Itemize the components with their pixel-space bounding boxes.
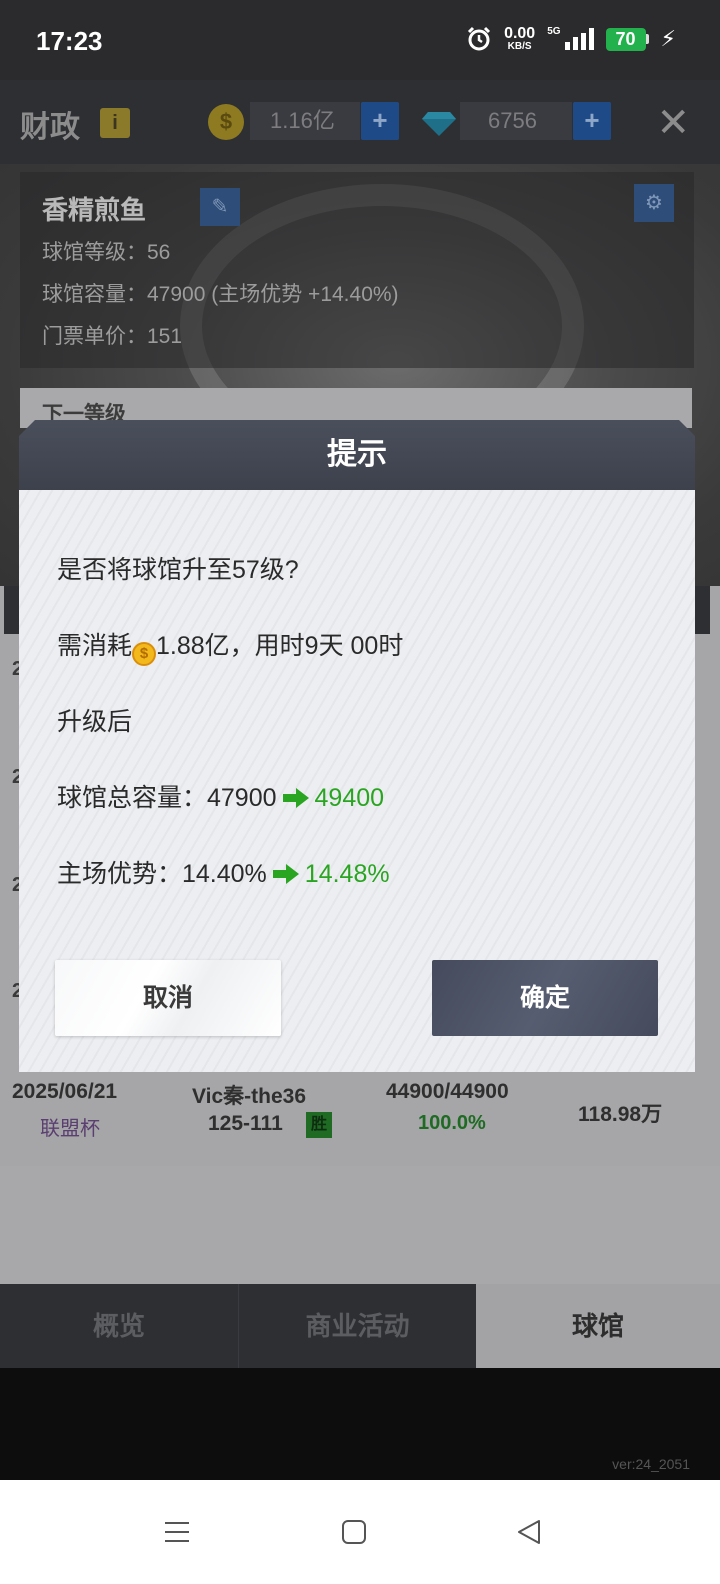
confirm-button[interactable]: 确定 xyxy=(432,960,658,1036)
back-icon[interactable] xyxy=(507,1510,551,1554)
capacity-new: 49400 xyxy=(314,784,385,812)
finance-header: 财政 i $ 1.16亿 + 6756 + ✕ xyxy=(0,80,720,164)
stadium-name: 香精煎鱼 xyxy=(42,195,147,225)
capacity-change: 球馆总容量：47900 49400 xyxy=(57,778,384,814)
stadium-capacity: 球馆容量：47900 (主场优势 +14.40%) xyxy=(42,283,399,306)
system-nav-bar xyxy=(0,1480,720,1584)
version-label: ver:24_2051 xyxy=(612,1456,690,1472)
coin-icon: $ xyxy=(132,642,157,666)
capacity-current: 球馆总容量：47900 xyxy=(57,784,277,812)
opponent: Vic秦-the36 xyxy=(192,1085,306,1108)
coin-icon: $ xyxy=(208,104,244,140)
competition: 联盟杯 xyxy=(40,1118,100,1140)
status-bar: 17:23 0.00 KB/S 5G 70 ⚡ xyxy=(0,0,720,80)
cost-prefix: 需消耗 xyxy=(57,632,133,660)
match-date: 2025/06/21 xyxy=(12,1080,118,1103)
page-title: 财政 xyxy=(20,111,80,144)
status-icons: 0.00 KB/S 5G 70 ⚡ xyxy=(466,26,676,52)
tab-business[interactable]: 商业活动 xyxy=(238,1284,476,1368)
battery-icon: 70 xyxy=(605,27,649,51)
close-icon[interactable]: ✕ xyxy=(656,100,690,146)
add-diamonds-button[interactable]: + xyxy=(573,102,611,140)
attendance-percent: 100.0% xyxy=(418,1112,486,1134)
upgrade-question: 是否将球馆升至57级? xyxy=(57,556,299,584)
net-speed: 0.00 KB/S xyxy=(504,26,535,52)
signal-icon xyxy=(564,28,594,50)
settings-icon[interactable]: ⚙ xyxy=(634,184,674,222)
upgrade-dialog: 提示 是否将球馆升至57级? 需消耗 $1.88亿，用时9天 00时 升级后 球馆… xyxy=(19,420,695,1072)
arrow-right-icon xyxy=(272,864,299,884)
add-coins-button[interactable]: + xyxy=(361,102,399,140)
stadium-level: 球馆等级：56 xyxy=(42,241,171,264)
net-speed-value: 0.00 xyxy=(504,25,536,42)
ticket-price: 门票单价：151 xyxy=(42,325,183,348)
table-row: 2025/06/21 联盟杯 Vic秦-the36 125-111 胜 4490… xyxy=(0,1070,720,1165)
result-badge: 胜 xyxy=(306,1112,332,1138)
edit-icon[interactable]: ✎ xyxy=(200,188,240,226)
home-icon[interactable] xyxy=(332,1510,376,1554)
coin-balance: 1.16亿 xyxy=(250,102,360,140)
arrow-right-icon xyxy=(282,788,309,808)
cost-detail: 1.88亿，用时9天 00时 xyxy=(156,632,404,660)
stadium-info-card: 香精煎鱼 ✎ ⚙ 球馆等级：56 球馆容量：47900 (主场优势 +14.40… xyxy=(20,172,694,368)
network-type: 5G xyxy=(547,25,561,37)
upgrade-cost: 需消耗 $1.88亿，用时9天 00时 xyxy=(57,626,403,666)
advantage-current: 主场优势：14.40% xyxy=(57,860,267,888)
match-score: 125-111 xyxy=(208,1112,283,1135)
net-speed-unit: KB/S xyxy=(507,41,532,52)
diamond-balance: 6756 xyxy=(460,102,572,140)
charging-icon: ⚡ xyxy=(660,26,676,51)
tab-stadium[interactable]: 球馆 xyxy=(476,1284,720,1368)
after-upgrade-label: 升级后 xyxy=(57,708,133,736)
status-time: 17:23 xyxy=(36,26,103,56)
info-icon[interactable]: i xyxy=(100,108,130,138)
menu-icon[interactable] xyxy=(155,1510,199,1554)
bottom-panel: ver:24_2051 xyxy=(0,1368,720,1480)
bottom-tabs: 概览 商业活动 球馆 xyxy=(0,1284,720,1368)
diamond-icon xyxy=(422,112,456,136)
revenue: 118.98万 xyxy=(578,1103,663,1126)
attendance: 44900/44900 xyxy=(386,1080,509,1103)
advantage-new: 14.48% xyxy=(304,860,390,888)
dialog-title: 提示 xyxy=(327,438,387,471)
cancel-button[interactable]: 取消 xyxy=(55,960,281,1036)
alarm-icon xyxy=(468,26,491,51)
advantage-change: 主场优势：14.40% 14.48% xyxy=(57,854,390,890)
battery-level: 70 xyxy=(605,27,646,51)
tab-overview[interactable]: 概览 xyxy=(0,1284,238,1368)
